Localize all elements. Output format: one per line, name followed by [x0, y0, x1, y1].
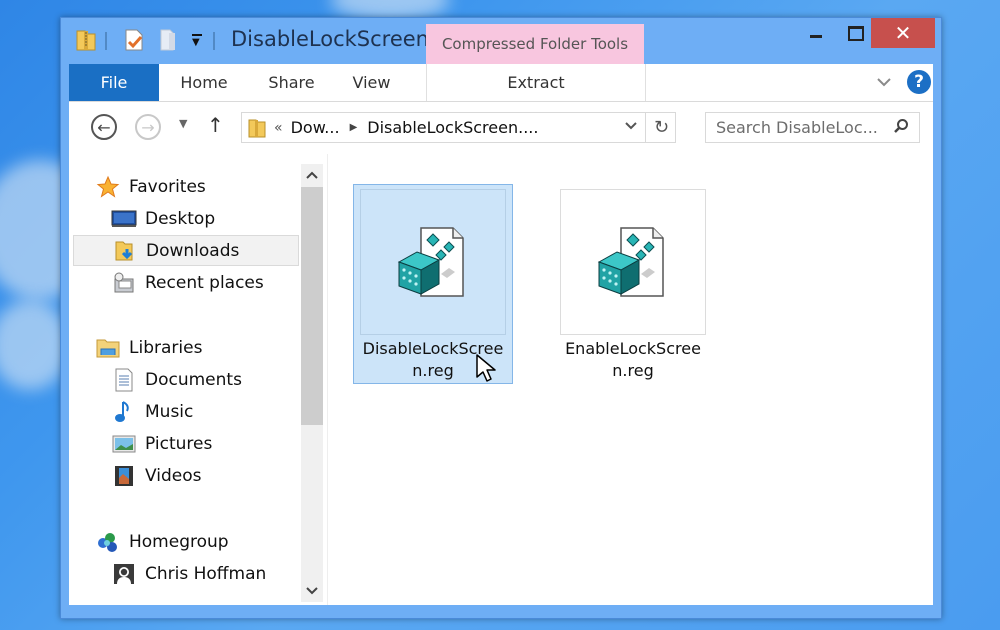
- help-icon[interactable]: ?: [907, 70, 931, 94]
- nav-recent-places-label: Recent places: [145, 273, 264, 293]
- address-bar[interactable]: « Dow... ▶ DisableLockScreen.... ↻: [241, 112, 676, 143]
- quick-access-separator: [213, 32, 215, 50]
- maximize-button[interactable]: [836, 18, 876, 48]
- up-button[interactable]: ↑: [207, 113, 224, 137]
- nav-user-label: Chris Hoffman: [145, 564, 267, 584]
- nav-documents[interactable]: Documents: [111, 365, 242, 395]
- tab-view[interactable]: View: [339, 64, 404, 101]
- address-dropdown-icon[interactable]: [625, 118, 637, 134]
- contextual-tab-group-header: Compressed Folder Tools: [426, 24, 644, 64]
- quick-access-separator: [105, 32, 107, 50]
- search-placeholder: Search DisableLoc...: [716, 118, 878, 137]
- nav-desktop-label: Desktop: [145, 209, 216, 229]
- address-overflow-chevron[interactable]: «: [274, 120, 283, 136]
- expand-ribbon-icon[interactable]: [877, 72, 891, 91]
- nav-homegroup[interactable]: Homegroup: [95, 527, 229, 557]
- back-button[interactable]: ←: [91, 114, 117, 140]
- nav-desktop[interactable]: Desktop: [111, 204, 215, 234]
- nav-pane-scrollbar[interactable]: [301, 164, 323, 602]
- properties-icon[interactable]: [123, 28, 145, 52]
- scrollbar-thumb[interactable]: [301, 187, 323, 425]
- new-folder-icon[interactable]: [157, 28, 179, 52]
- nav-downloads[interactable]: Downloads: [73, 235, 299, 266]
- nav-libraries[interactable]: Libraries: [95, 333, 202, 363]
- navigation-pane: Favorites Desktop Downloads Recent place…: [69, 154, 301, 605]
- breadcrumb-current-folder[interactable]: DisableLockScreen....: [367, 118, 538, 137]
- star-icon: [95, 175, 121, 199]
- file-thumbnail: [560, 189, 706, 335]
- nav-favorites-label: Favorites: [129, 177, 206, 197]
- desktop-icon: [111, 207, 137, 231]
- forward-arrow-icon: →: [141, 117, 155, 137]
- navigation-bar: ← → ▼ ↑ « Dow... ▶ DisableLockScreen....…: [69, 102, 933, 154]
- refresh-button[interactable]: ↻: [645, 113, 677, 142]
- nav-user-chris-hoffman[interactable]: Chris Hoffman: [111, 559, 266, 589]
- nav-homegroup-label: Homegroup: [129, 532, 229, 552]
- file-name-line-1: EnableLockScree: [565, 339, 701, 358]
- minimize-icon: [810, 34, 822, 38]
- nav-videos[interactable]: Videos: [111, 461, 202, 491]
- nav-downloads-label: Downloads: [146, 240, 240, 261]
- nav-pictures-label: Pictures: [145, 434, 213, 454]
- title-bar[interactable]: ▼ DisableLockScreen... Compressed Folder…: [61, 18, 941, 64]
- recent-locations-dropdown[interactable]: ▼: [179, 117, 187, 130]
- file-name-line-2: n.reg: [612, 361, 654, 380]
- pictures-icon: [111, 432, 137, 456]
- videos-icon: [111, 464, 137, 488]
- scroll-up-icon[interactable]: [301, 168, 323, 182]
- file-item-enablelockscreen[interactable]: EnableLockScree n.reg: [553, 184, 713, 384]
- nav-videos-label: Videos: [145, 466, 202, 486]
- file-explorer-window: ▼ DisableLockScreen... Compressed Folder…: [60, 17, 942, 619]
- user-icon: [111, 562, 137, 586]
- minimize-button[interactable]: [796, 18, 836, 48]
- explorer-content: Favorites Desktop Downloads Recent place…: [69, 154, 933, 605]
- breadcrumb-separator-icon[interactable]: ▶: [350, 122, 358, 133]
- homegroup-icon: [95, 530, 121, 554]
- ribbon: File Home Share View Extract ?: [69, 64, 933, 102]
- tab-extract[interactable]: Extract: [426, 64, 646, 101]
- registry-file-icon: [397, 227, 464, 297]
- libraries-icon: [95, 336, 121, 360]
- back-arrow-icon: ←: [97, 117, 111, 137]
- forward-button[interactable]: →: [135, 114, 161, 140]
- nav-music-label: Music: [145, 402, 194, 422]
- window-title: DisableLockScreen...: [231, 27, 450, 51]
- downloads-icon: [112, 239, 138, 263]
- file-name-line-2: n.reg: [412, 361, 454, 380]
- refresh-icon: ↻: [653, 117, 670, 138]
- documents-icon: [111, 368, 137, 392]
- nav-documents-label: Documents: [145, 370, 242, 390]
- nav-recent-places[interactable]: Recent places: [111, 268, 264, 298]
- nav-favorites[interactable]: Favorites: [95, 172, 206, 202]
- search-input[interactable]: Search DisableLoc...: [705, 112, 920, 143]
- music-icon: [111, 400, 137, 424]
- close-icon: ✕: [894, 21, 912, 45]
- zip-folder-icon[interactable]: [75, 28, 97, 52]
- file-thumbnail: [360, 189, 506, 335]
- recent-places-icon: [111, 271, 137, 295]
- close-button[interactable]: ✕: [871, 18, 935, 48]
- search-icon[interactable]: [893, 118, 909, 138]
- nav-libraries-label: Libraries: [129, 338, 203, 358]
- mouse-cursor-icon: [476, 354, 496, 382]
- pane-divider[interactable]: [327, 154, 328, 605]
- zip-folder-icon: [248, 119, 266, 137]
- maximize-icon: [848, 25, 864, 41]
- registry-file-icon: [597, 227, 664, 297]
- nav-music[interactable]: Music: [111, 397, 193, 427]
- tab-home[interactable]: Home: [164, 64, 244, 101]
- nav-pictures[interactable]: Pictures: [111, 429, 212, 459]
- breadcrumb-downloads[interactable]: Dow...: [291, 118, 340, 137]
- file-name[interactable]: EnableLockScree n.reg: [558, 338, 708, 382]
- tab-share[interactable]: Share: [254, 64, 329, 101]
- tab-file[interactable]: File: [69, 64, 159, 101]
- customize-quick-access-dropdown[interactable]: ▼: [192, 34, 202, 48]
- scroll-down-icon[interactable]: [301, 584, 323, 598]
